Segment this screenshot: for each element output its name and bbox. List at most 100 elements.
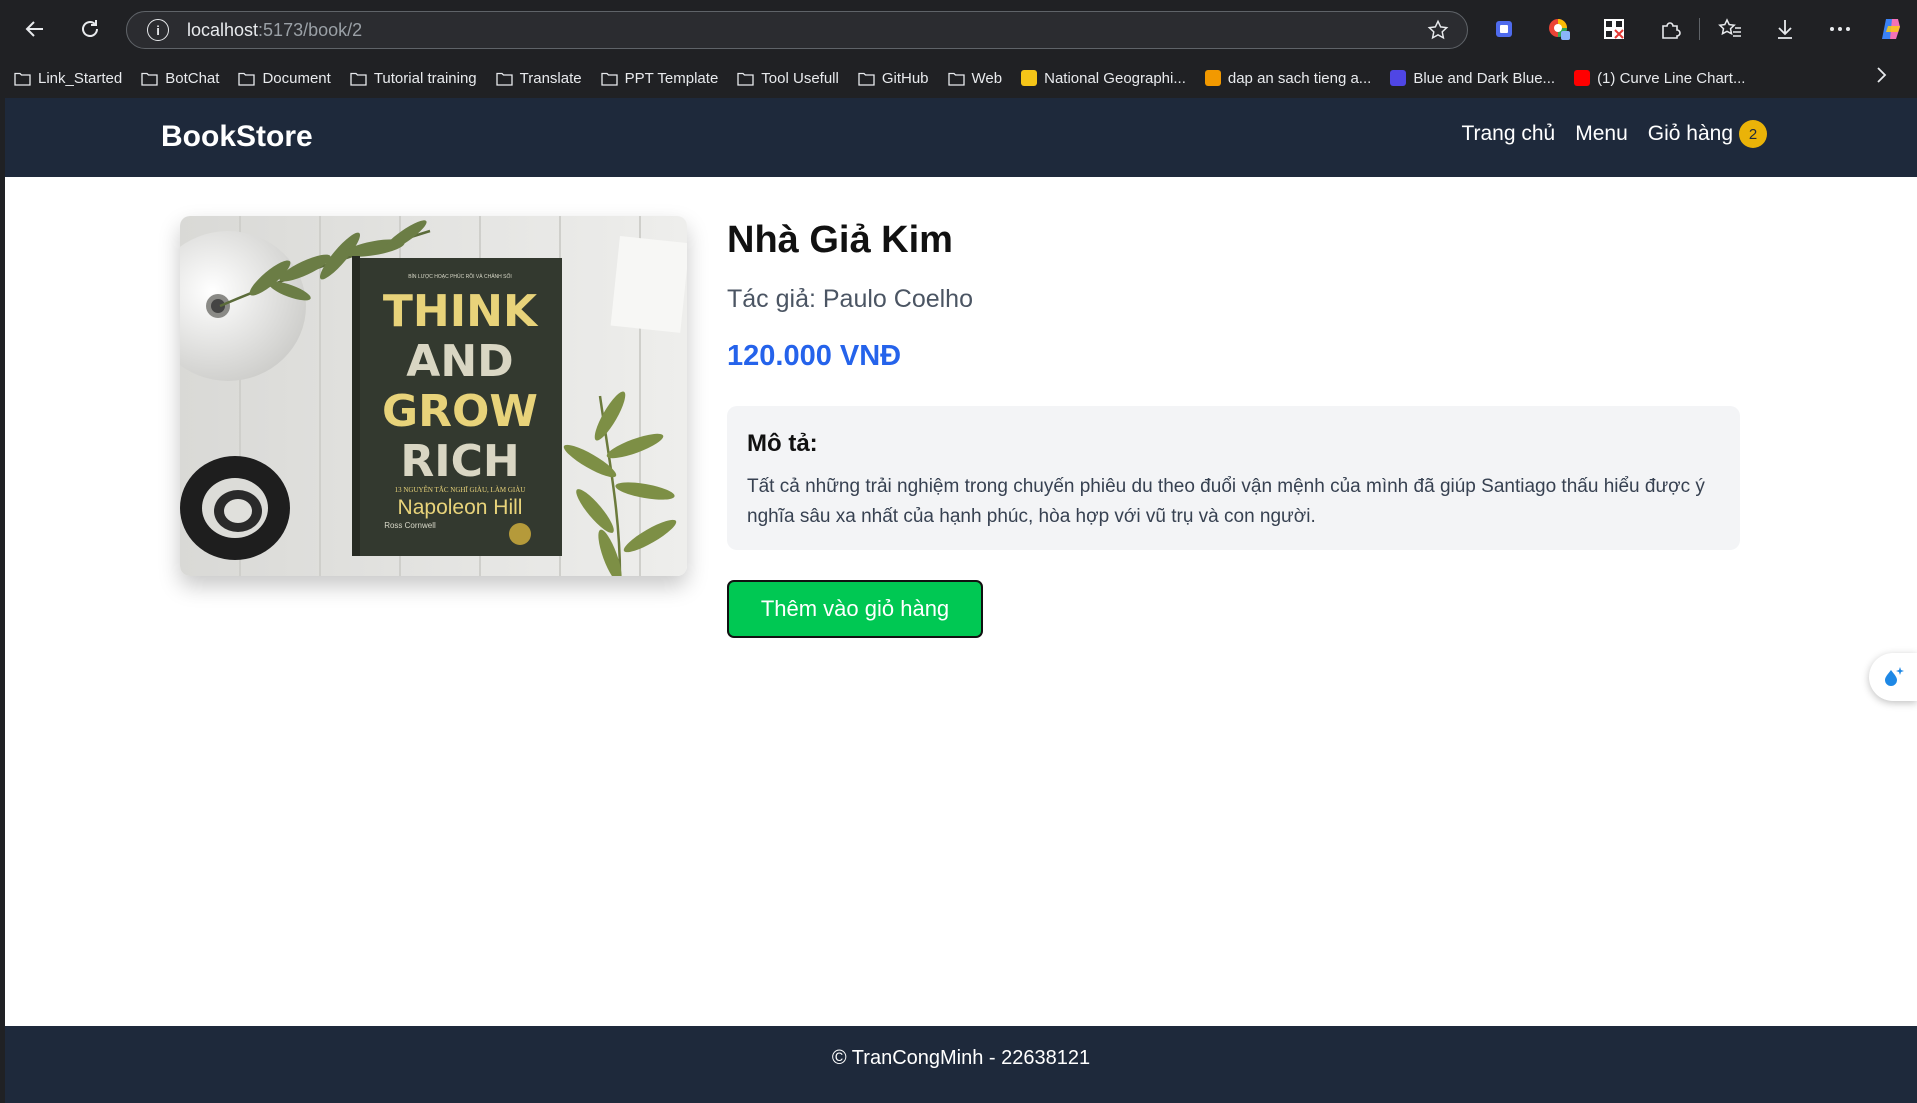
bookmarks-overflow-button[interactable] [1875, 66, 1887, 89]
bookmark-item[interactable]: dap an sach tieng a... [1204, 69, 1372, 87]
youtube-favicon [1574, 70, 1591, 86]
bookmark-item[interactable]: Web [947, 69, 1003, 87]
site-header: BookStore Trang chủ Menu Giỏ hàng 2 [5, 98, 1917, 177]
copilot-icon [1882, 19, 1900, 39]
bookmark-label: Web [971, 69, 1003, 87]
book-price: 120.000 VNĐ [727, 340, 902, 372]
bookmark-label: BotChat [165, 69, 220, 87]
cart-label: Giỏ hàng [1647, 122, 1733, 145]
copilot-button[interactable] [1874, 12, 1908, 46]
qr-extension-icon [1604, 19, 1624, 39]
favorites-star-list-icon [1718, 18, 1741, 37]
page-viewport: BookStore Trang chủ Menu Giỏ hàng 2 BÍN … [5, 98, 1917, 1103]
folder-icon [495, 72, 513, 86]
color-picker-extension-icon [1549, 19, 1570, 40]
sparkle-drop-icon [1885, 667, 1904, 686]
more-menu-button[interactable] [1823, 12, 1857, 46]
book-cover-illustration: BÍN LƯỢC HOẠC PHÚC RỒI VÀ CHẢNH SỐI THIN… [180, 216, 687, 576]
doc-favicon [1204, 70, 1221, 86]
square-extension-icon [1496, 21, 1512, 37]
url-host: localhost [187, 19, 259, 40]
bookmark-item[interactable]: GitHub [858, 70, 929, 87]
natgeo-favicon [1021, 70, 1038, 86]
bookmark-label: Blue and Dark Blue... [1413, 69, 1556, 87]
bookmark-item[interactable]: BotChat [141, 70, 219, 87]
reload-button[interactable] [72, 11, 108, 47]
nav-cart-link[interactable]: Giỏ hàng 2 [1648, 120, 1767, 148]
address-bar[interactable]: i localhost:5173/book/2 [126, 11, 1468, 49]
folder-icon [141, 72, 158, 86]
site-footer: © TranCongMinh - 22638121 [5, 1026, 1917, 1103]
book-title: Nhà Giả Kim [727, 219, 953, 261]
description-box: Mô tả: Tất cả những trải nghiệm trong ch… [727, 406, 1740, 550]
cart-count-badge: 2 [1739, 120, 1767, 148]
bookmark-item[interactable]: Link_Started [14, 70, 122, 87]
extension-button-2[interactable] [1542, 12, 1576, 46]
folder-icon [350, 72, 367, 86]
chevron-right-icon [1877, 67, 1887, 83]
bookmark-item[interactable]: Tool Usefull [737, 70, 839, 87]
folder-icon [14, 72, 31, 86]
cover-line-and: AND [406, 336, 513, 387]
url-text[interactable]: localhost:5173/book/2 [187, 20, 362, 41]
bookmarks-bar: Link_Started BotChat Document Tutorial trai… [0, 58, 1917, 98]
book-author: Tác giả: Paulo Coelho [727, 285, 973, 313]
bookmark-item[interactable]: Blue and Dark Blue... [1390, 70, 1555, 87]
folder-icon [947, 72, 965, 86]
browser-chrome: i localhost:5173/book/2 Link_Started Bot… [0, 0, 1917, 98]
cover-tagline: BÍN LƯỢC HOẠC PHÚC RỒI VÀ CHẢNH SỐI [408, 273, 512, 280]
bookmark-item[interactable]: Translate [495, 69, 582, 87]
url-path: :5173/book/2 [258, 19, 363, 40]
extension-button-1[interactable] [1487, 12, 1521, 46]
brand-logo-text[interactable]: BookStore [161, 120, 313, 154]
cover-seal [509, 523, 531, 545]
floating-assistant-button[interactable] [1869, 653, 1917, 701]
nav-menu-link[interactable]: Menu [1575, 122, 1628, 146]
book-cover-image: BÍN LƯỢC HOẠC PHÚC RỒI VÀ CHẢNH SỐI THIN… [180, 216, 687, 576]
bookmark-item[interactable]: National Geographi... [1021, 70, 1186, 87]
bookmark-item[interactable]: PPT Template [600, 69, 719, 87]
back-arrow-icon [25, 21, 43, 37]
bookmark-label: Translate [519, 69, 582, 87]
bookmark-label: dap an sach tieng a... [1227, 69, 1372, 87]
bookmark-label: National Geographi... [1044, 69, 1186, 87]
description-text: Tất cả những trải nghiệm trong chuyến ph… [747, 476, 1705, 527]
extension-button-3[interactable] [1597, 12, 1631, 46]
cover-author: Napoleon Hill [398, 496, 523, 519]
cover-coauthor: Ross Cornwell [384, 521, 436, 530]
bookmark-label: Link_Started [38, 69, 123, 87]
puzzle-icon [1662, 22, 1681, 39]
extensions-menu-button[interactable] [1653, 12, 1687, 46]
bookmark-label: Tutorial training [373, 69, 477, 87]
main-nav: Trang chủ Menu Giỏ hàng 2 [1441, 120, 1767, 148]
folder-icon [737, 72, 754, 86]
favorites-button[interactable] [1713, 12, 1747, 46]
bookmark-label: Tool Usefull [761, 69, 839, 87]
footer-copyright: © TranCongMinh - 22638121 [831, 1047, 1091, 1069]
folder-icon [858, 72, 875, 86]
canva-favicon [1390, 70, 1407, 86]
back-button[interactable] [17, 11, 53, 47]
cover-line-grow: GROW [382, 386, 538, 437]
product-detail: BÍN LƯỢC HOẠC PHÚC RỒI VÀ CHẢNH SỐI THIN… [5, 177, 1917, 1026]
reload-icon [82, 20, 98, 37]
star-icon [1427, 19, 1449, 40]
description-heading: Mô tả: [747, 430, 818, 457]
bookmark-label: (1) Curve Line Chart... [1597, 69, 1746, 87]
download-icon [1778, 20, 1792, 39]
nav-home-link[interactable]: Trang chủ [1461, 122, 1555, 146]
folder-icon [600, 72, 618, 86]
cover-line-rich: RICH [400, 436, 519, 487]
folder-icon [238, 72, 256, 86]
bookmark-star-button[interactable] [1427, 19, 1449, 46]
bookmark-item[interactable]: (1) Curve Line Chart... [1574, 70, 1745, 87]
add-to-cart-button[interactable]: Thêm vào giỏ hàng [727, 580, 983, 638]
browser-toolbar: i localhost:5173/book/2 [0, 0, 1917, 58]
bookmark-item[interactable]: Tutorial training [350, 70, 477, 87]
bookmark-item[interactable]: Document [238, 70, 331, 87]
downloads-button[interactable] [1768, 12, 1802, 46]
toolbar-divider [1699, 18, 1700, 40]
site-info-icon[interactable]: i [147, 19, 169, 41]
bookmark-label: PPT Template [624, 69, 719, 87]
cover-line-think: THINK [383, 286, 539, 337]
